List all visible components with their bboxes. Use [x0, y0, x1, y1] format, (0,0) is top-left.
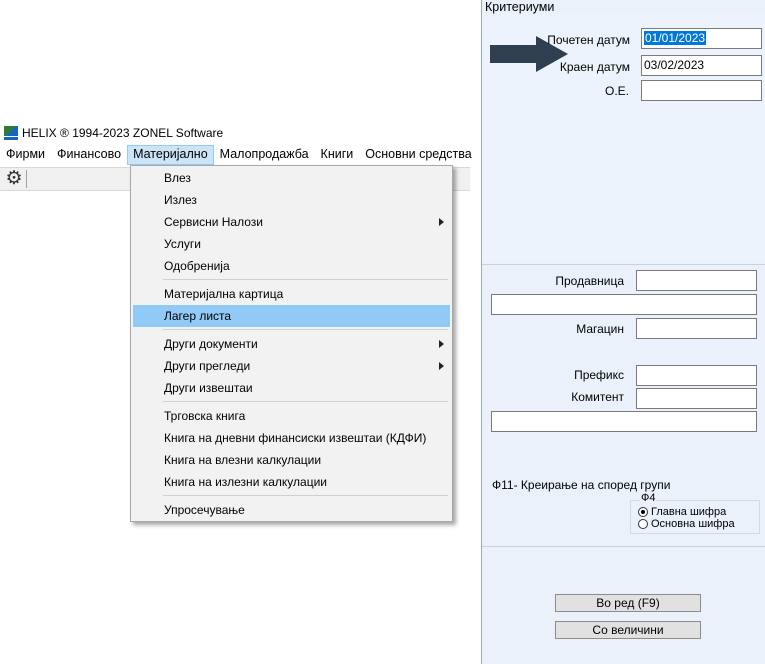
gear-icon[interactable]: ⚙: [4, 169, 24, 189]
menu-material[interactable]: Материјално: [127, 145, 214, 165]
menu-item-averaging[interactable]: Упросечување: [133, 499, 450, 521]
submenu-arrow-icon: [439, 340, 444, 348]
menu-books[interactable]: Книги: [315, 145, 360, 165]
order-button[interactable]: Во ред (F9): [555, 594, 701, 612]
with-amounts-button[interactable]: Со величини: [555, 621, 701, 639]
menu-separator: [163, 279, 448, 280]
toolbar-separator: [26, 170, 27, 188]
menu-separator: [163, 495, 448, 496]
store-label: Продавница: [555, 274, 624, 288]
client-field[interactable]: [636, 388, 757, 409]
menu-fixed-assets[interactable]: Основни средства: [359, 145, 477, 165]
radio-main-code[interactable]: Главна шифра: [638, 506, 726, 518]
menu-item-entry[interactable]: Влез: [133, 167, 450, 189]
app-title-bar: HELIX ® 1994-2023 ZONEL Software: [4, 124, 223, 142]
menu-item-stock-list[interactable]: Лагер листа: [133, 305, 450, 327]
menu-item-input-calc-book[interactable]: Книга на влезни калкулации: [133, 449, 450, 471]
app-title: HELIX ® 1994-2023 ZONEL Software: [22, 126, 224, 140]
warehouse-field[interactable]: [636, 318, 757, 339]
f11-group-text: Ф11- Креирање на според групи: [492, 478, 671, 492]
f4-label: Ф4: [640, 492, 657, 504]
start-date-field[interactable]: 01/01/2023: [641, 28, 762, 49]
menu-firms[interactable]: Фирми: [0, 145, 51, 165]
helix-logo-icon: [4, 126, 18, 140]
radio-unselected-icon: [638, 519, 648, 529]
menu-item-material-card[interactable]: Материјална картица: [133, 283, 450, 305]
menu-item-other-documents[interactable]: Други документи: [133, 333, 450, 355]
menu-item-kdfi-book[interactable]: Книга на дневни финансиски извештаи (КДФ…: [133, 427, 450, 449]
menu-separator: [163, 329, 448, 330]
warehouse-label: Магацин: [576, 322, 624, 336]
submenu-arrow-icon: [439, 362, 444, 370]
menu-retail[interactable]: Малопродажба: [214, 145, 315, 165]
prefix-label: Префикс: [574, 368, 624, 382]
store-name-field[interactable]: [491, 294, 757, 315]
menu-finance[interactable]: Финансово: [51, 145, 127, 165]
menu-item-approvals[interactable]: Одобренија: [133, 255, 450, 277]
criteria-divider: [482, 264, 765, 265]
menu-item-service-orders[interactable]: Сервисни Налози: [133, 211, 450, 233]
menubar: Фирми Финансово Материјално Малопродажба…: [0, 145, 472, 165]
menu-item-output-calc-book[interactable]: Книга на излезни калкулации: [133, 471, 450, 493]
criteria-title: Критериуми: [485, 0, 555, 14]
client-label: Комитент: [571, 390, 624, 404]
end-date-field[interactable]: 03/02/2023: [641, 55, 762, 76]
start-date-label: Почетен датум: [547, 33, 630, 47]
menu-item-other-reports[interactable]: Други извештаи: [133, 377, 450, 399]
menu-item-other-reviews[interactable]: Други прегледи: [133, 355, 450, 377]
material-dropdown-menu: Влез Излез Сервисни Налози Услуги Одобре…: [130, 165, 453, 522]
menu-separator: [163, 401, 448, 402]
store-field[interactable]: [636, 270, 757, 291]
oe-label: О.Е.: [604, 84, 629, 98]
menu-item-trade-book[interactable]: Трговска книга: [133, 405, 450, 427]
menu-item-services[interactable]: Услуги: [133, 233, 450, 255]
menu-item-exit[interactable]: Излез: [133, 189, 450, 211]
radio-basic-code-label: Основна шифра: [651, 518, 735, 530]
criteria-divider: [482, 546, 765, 547]
end-date-label: Краен датум: [559, 60, 630, 74]
radio-main-code-label: Главна шифра: [651, 506, 727, 518]
oe-field[interactable]: [641, 80, 762, 101]
prefix-field[interactable]: [636, 365, 757, 386]
radio-selected-icon: [638, 507, 648, 517]
submenu-arrow-icon: [439, 218, 444, 226]
radio-basic-code[interactable]: Основна шифра: [638, 518, 735, 530]
client-name-field[interactable]: [491, 411, 757, 432]
